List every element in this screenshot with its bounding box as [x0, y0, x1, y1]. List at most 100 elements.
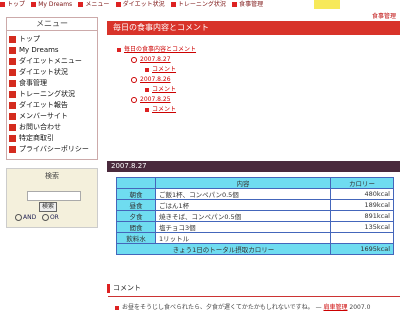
radio-icon — [41, 214, 49, 221]
topnav-label: メニュー — [85, 1, 110, 8]
square-bullet-icon — [117, 47, 121, 52]
search-button[interactable]: 検索 — [39, 202, 58, 212]
table-of-contents: 毎日の食事内容とコメント 2007.8.27 コメント 2007.8.26 コメ… — [117, 45, 400, 115]
meal-content: ごはん1杯 — [155, 199, 331, 211]
toc-root[interactable]: 毎日の食事内容とコメント — [117, 45, 400, 55]
topnav-item-menu[interactable]: メニュー — [78, 0, 109, 9]
sidebar-item-label: ダイエット状況 — [19, 68, 68, 76]
square-bullet-icon — [9, 124, 16, 131]
topnav-label: 食事管理 — [239, 1, 264, 8]
table-row: 夕食 焼きそば、コンペパン0.5個 891kcal — [116, 210, 394, 222]
topnav-item-meal-management[interactable]: 食事管理 — [232, 0, 263, 9]
radio-or[interactable]: OR — [41, 214, 59, 221]
sidebar-item-meal-management[interactable]: 食事管理 — [9, 79, 95, 88]
table-header: カロリー — [330, 177, 394, 189]
sidebar-item-label: トレーニング状況 — [19, 90, 75, 98]
divider — [108, 296, 400, 297]
sidebar-item-training-status[interactable]: トレーニング状況 — [9, 90, 95, 99]
meal-label: 朝食 — [116, 188, 156, 200]
square-bullet-icon — [9, 58, 16, 65]
square-bullet-icon — [31, 2, 37, 7]
meal-content: ご飯1杯、コンペパン0.5個 — [155, 188, 331, 200]
meal-content: 塩チョコ3個 — [155, 221, 331, 233]
comment-date: 2007.0 — [349, 304, 371, 311]
total-calories: 1695kcal — [330, 243, 394, 255]
toc-entry-date[interactable]: 2007.8.26 — [117, 75, 400, 85]
meal-label: 夕食 — [116, 210, 156, 222]
heading-bar-icon — [107, 283, 110, 293]
square-bullet-icon — [9, 47, 16, 54]
sidebar-item-top[interactable]: トップ — [9, 35, 95, 44]
topnav-label: トレーニング状況 — [177, 1, 226, 8]
date-heading-text: 2007.8.27 — [111, 162, 147, 170]
square-bullet-icon — [145, 87, 149, 92]
page-link-meal-management[interactable]: 食事管理 — [372, 11, 396, 20]
meal-calories: 189kcal — [330, 199, 394, 211]
topnav-item-training-status[interactable]: トレーニング状況 — [170, 0, 226, 9]
sidebar-item-diet-menu[interactable]: ダイエットメニュー — [9, 57, 95, 66]
square-bullet-icon — [78, 2, 84, 7]
square-bullet-icon — [9, 113, 16, 120]
sidebar-menu: メニュー トップ My Dreams ダイエットメニュー ダイエット状況 食事管… — [6, 17, 98, 160]
table-total-row: きょう1日のトータル摂取カロリー 1695kcal — [116, 243, 394, 255]
search-box: 検索 検索 AND OR — [6, 168, 98, 228]
toc-entry-comment[interactable]: コメント — [117, 85, 400, 95]
sidebar-item-dreams[interactable]: My Dreams — [9, 46, 95, 55]
square-bullet-icon — [9, 36, 16, 43]
topnav-item-top[interactable]: トップ — [0, 0, 25, 9]
toc-date-link[interactable]: 2007.8.27 — [140, 56, 171, 63]
search-mode-options: AND OR — [15, 214, 59, 221]
square-bullet-icon — [232, 2, 238, 7]
toc-date-link[interactable]: 2007.8.25 — [140, 96, 171, 103]
radio-icon — [15, 214, 22, 221]
square-bullet-icon — [9, 91, 16, 98]
sidebar-item-label: 特定商取引 — [19, 134, 54, 142]
toc-entry-comment[interactable]: コメント — [117, 65, 400, 75]
square-bullet-icon — [9, 146, 16, 153]
comment-author-link[interactable]: 肩車管理 — [323, 304, 347, 311]
square-bullet-icon — [115, 2, 121, 7]
topnav-label: My Dreams — [38, 1, 73, 8]
topnav-item-diet-status[interactable]: ダイエット状況 — [115, 0, 165, 9]
decorative-banner — [314, 0, 340, 9]
date-heading: 2007.8.27 — [107, 161, 400, 172]
search-input[interactable] — [27, 191, 81, 201]
square-bullet-icon — [9, 80, 16, 87]
sidebar-menu-title: メニュー — [7, 18, 97, 31]
toc-entry-date[interactable]: 2007.8.27 — [117, 55, 400, 65]
topnav-label: トップ — [7, 1, 26, 8]
toc-entry-comment[interactable]: コメント — [117, 105, 400, 115]
toc-entry-date[interactable]: 2007.8.25 — [117, 95, 400, 105]
toc-root-link[interactable]: 毎日の食事内容とコメント — [124, 46, 196, 53]
toc-date-link[interactable]: 2007.8.26 — [140, 76, 171, 83]
sidebar-item-diet-status[interactable]: ダイエット状況 — [9, 68, 95, 77]
sidebar-item-label: My Dreams — [19, 46, 59, 54]
sidebar-item-label: ダイエットメニュー — [19, 57, 82, 65]
toc-comment-link[interactable]: コメント — [152, 86, 176, 93]
toc-comment-link[interactable]: コメント — [152, 106, 176, 113]
top-navigation: トップ My Dreams メニュー ダイエット状況 トレーニング状況 食事管理 — [0, 0, 400, 9]
circle-bullet-icon — [131, 76, 137, 83]
topnav-item-dreams[interactable]: My Dreams — [31, 0, 72, 9]
square-bullet-icon — [145, 67, 149, 72]
toc-comment-link[interactable]: コメント — [152, 66, 176, 73]
table-row: 朝食 ご飯1杯、コンペパン0.5個 480kcal — [116, 188, 394, 200]
square-bullet-icon — [170, 2, 176, 7]
square-bullet-icon — [145, 107, 149, 112]
main-content: 毎日の食事内容とコメント 毎日の食事内容とコメント 2007.8.27 コメント… — [107, 21, 400, 115]
total-label: きょう1日のトータル摂取カロリー — [116, 243, 331, 255]
meal-calories: 480kcal — [330, 188, 394, 200]
sidebar-item-diet-report[interactable]: ダイエット報告 — [9, 101, 95, 110]
sidebar-item-member-site[interactable]: メンバーサイト — [9, 112, 95, 121]
sidebar-item-label: メンバーサイト — [19, 112, 68, 120]
radio-and-label: AND — [23, 214, 37, 221]
sidebar-item-privacy-policy[interactable]: プライバシーポリシー — [9, 145, 95, 154]
sidebar-item-commerce-law[interactable]: 特定商取引 — [9, 134, 95, 143]
comment-heading-text: コメント — [113, 284, 141, 292]
table-header: 内容 — [155, 177, 331, 189]
page-title: 毎日の食事内容とコメント — [107, 21, 400, 35]
radio-and[interactable]: AND — [15, 214, 36, 221]
meal-calories — [330, 232, 394, 244]
meal-table: 内容 カロリー 朝食 ご飯1杯、コンペパン0.5個 480kcal 昼食 ごはん… — [116, 177, 394, 255]
sidebar-item-contact[interactable]: お問い合わせ — [9, 123, 95, 132]
